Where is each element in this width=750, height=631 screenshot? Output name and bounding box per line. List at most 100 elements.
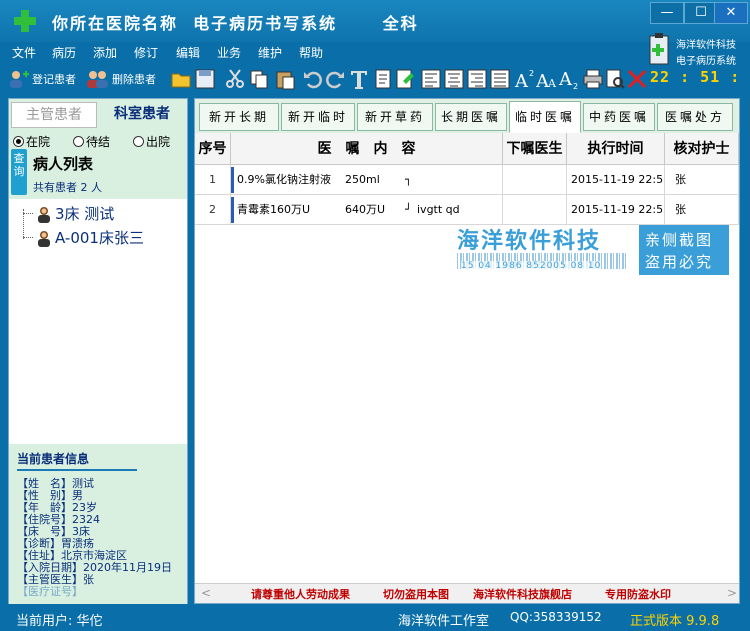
radio-dot — [13, 136, 24, 147]
patient-name: A-001床张三 — [55, 229, 144, 247]
undo-icon[interactable] — [302, 68, 324, 90]
watermark-line2: 盗用必究 — [645, 253, 714, 271]
cut-icon[interactable] — [224, 68, 246, 90]
brand-badge: 海洋软件科技 电子病历系统 — [646, 30, 748, 70]
minimize-button[interactable]: — — [650, 2, 684, 24]
doctor-cell[interactable] — [503, 195, 567, 225]
radio-label: 待结 — [86, 135, 111, 149]
copy-icon[interactable] — [248, 68, 270, 90]
svg-text:2: 2 — [529, 69, 534, 78]
register-patient-label: 登记患者 — [32, 73, 76, 86]
version: 正式版本 9.9.8 — [630, 614, 720, 629]
watermark-code: 15 04 1986 852005 08 10 — [461, 261, 602, 271]
paste-icon[interactable] — [274, 68, 296, 90]
tab-prescription[interactable]: 医嘱处方 — [657, 103, 733, 131]
row-no[interactable]: 2 — [195, 195, 231, 225]
tab-new-herbal[interactable]: 新开草药 — [357, 103, 433, 131]
menu-business[interactable]: 业务 — [217, 44, 241, 61]
exec-time-cell[interactable]: 2015-11-19 22:55 — [567, 165, 665, 195]
align-right-icon[interactable] — [466, 68, 488, 90]
nurse-cell[interactable]: 张 — [665, 195, 739, 225]
svg-text:A: A — [558, 69, 573, 90]
print-preview-icon[interactable] — [604, 68, 626, 90]
menu-help[interactable]: 帮助 — [299, 44, 323, 61]
query-button[interactable]: 查询 — [11, 149, 27, 195]
patient-name: 3床 测试 — [55, 205, 115, 223]
brand-name: 海洋软件科技 — [676, 40, 736, 51]
font-subscript-icon[interactable]: A2 — [558, 68, 580, 90]
tab-new-long-term[interactable]: 新开长期 — [199, 103, 279, 131]
svg-text:A: A — [514, 71, 529, 90]
notice-2: 切勿盗用本图 — [383, 588, 449, 601]
order-content-cell[interactable]: 0.9%氯化钠注射液 250ml ┐ — [231, 165, 503, 195]
doctor-cell[interactable] — [503, 165, 567, 195]
info-title: 当前患者信息 — [17, 450, 137, 471]
svg-text:2: 2 — [573, 82, 578, 90]
current-patient-info: 当前患者信息 【姓 名】测试 【性 别】男 【年 龄】23岁 【住院号】2324… — [9, 444, 187, 604]
col-header-no[interactable]: 序号 — [195, 133, 231, 165]
close-button[interactable]: ✕ — [714, 2, 748, 24]
notice-4: 专用防盗水印 — [605, 588, 671, 601]
tab-long-term-orders[interactable]: 长期医嘱 — [435, 103, 507, 131]
font-superscript-icon[interactable]: A2 — [514, 68, 536, 90]
tab-my-patients[interactable]: 主管患者 — [11, 102, 97, 128]
delete-patient-button[interactable]: 删除患者 — [86, 66, 156, 92]
print-icon[interactable] — [582, 68, 604, 90]
align-left-icon[interactable] — [420, 68, 442, 90]
menu-edit[interactable]: 编辑 — [176, 44, 200, 61]
patient-tree-item[interactable]: 3床 测试 — [23, 203, 114, 224]
exec-time-cell[interactable]: 2015-11-19 22:55 — [567, 195, 665, 225]
save-icon[interactable] — [194, 68, 216, 90]
tab-department-patients[interactable]: 科室患者 — [99, 102, 185, 128]
col-header-exec-time[interactable]: 执行时间 — [567, 133, 665, 165]
delete-icon[interactable] — [626, 68, 648, 90]
scroll-left-icon[interactable]: < — [201, 586, 211, 600]
order-tabs: 新开长期 新开临时 新开草药 长期医嘱 临时医嘱 中药医嘱 医嘱处方 — [195, 99, 739, 133]
studio-name: 海洋软件工作室 — [398, 614, 490, 629]
open-folder-icon[interactable] — [170, 68, 192, 90]
title-bar: 你所在医院名称 电子病历书写系统 全科 — ☐ ✕ — [0, 0, 750, 42]
menu-record[interactable]: 病历 — [52, 44, 76, 61]
tab-temporary-orders[interactable]: 临时医嘱 — [509, 101, 581, 133]
nurse-cell[interactable]: 张 — [665, 165, 739, 195]
col-header-order-content[interactable]: 医 嘱 内 容 — [231, 133, 503, 165]
menu-file[interactable]: 文件 — [12, 44, 36, 61]
svg-text:A: A — [547, 77, 557, 90]
row-no[interactable]: 1 — [195, 165, 231, 195]
document-icon[interactable] — [372, 68, 394, 90]
register-patient-button[interactable]: 登记患者 — [8, 66, 76, 92]
align-center-icon[interactable] — [443, 68, 465, 90]
menu-maintain[interactable]: 维护 — [258, 44, 282, 61]
watermark-box: 亲侧截图 盗用必究 — [639, 225, 729, 275]
radio-discharged[interactable]: 出院 — [133, 133, 170, 150]
tab-herbal-orders[interactable]: 中药医嘱 — [583, 103, 655, 131]
redo-icon[interactable] — [324, 68, 346, 90]
col-header-doctor[interactable]: 下嘱医生 — [503, 133, 567, 165]
orders-panel: 新开长期 新开临时 新开草药 长期医嘱 临时医嘱 中药医嘱 医嘱处方 序号 医 … — [194, 98, 740, 604]
maximize-button[interactable]: ☐ — [684, 2, 718, 24]
col-header-nurse[interactable]: 核对护士 — [665, 133, 739, 165]
horizontal-scrollbar[interactable]: < 请尊重他人劳动成果 切勿盗用本图 海洋软件科技旗舰店 专用防盗水印 > — [195, 583, 739, 603]
row-marker — [231, 167, 234, 193]
text-icon[interactable] — [348, 68, 370, 90]
current-user: 当前用户: 华佗 — [16, 614, 103, 629]
insert-image-icon[interactable] — [394, 68, 416, 90]
tab-new-temporary[interactable]: 新开临时 — [281, 103, 355, 131]
radio-dot — [73, 136, 84, 147]
radio-pending[interactable]: 待结 — [73, 133, 110, 150]
menu-add[interactable]: 添加 — [93, 44, 117, 61]
order-content-cell[interactable]: 青霉素160万U 640万U ┘ ivgtt qd — [231, 195, 503, 225]
justify-icon[interactable] — [489, 68, 511, 90]
patient-list-title: 病人列表 — [33, 155, 94, 173]
watermark-name: 海洋软件科技 — [457, 229, 602, 254]
font-size-icon[interactable]: AA — [536, 68, 558, 90]
menu-revise[interactable]: 修订 — [134, 44, 158, 61]
doctor-avatar-icon — [38, 230, 50, 247]
drug-name: 青霉素160万U — [237, 203, 311, 216]
scroll-right-icon[interactable]: > — [727, 586, 737, 600]
drug-dose: 640万U — [345, 203, 386, 216]
radio-dot — [133, 136, 144, 147]
radio-in-hospital[interactable]: 在院 — [13, 133, 50, 150]
patient-tree-item[interactable]: A-001床张三 — [23, 227, 144, 248]
watermark: 海洋软件科技 15 04 1986 852005 08 10 亲侧截图 盗用必究 — [453, 223, 729, 291]
